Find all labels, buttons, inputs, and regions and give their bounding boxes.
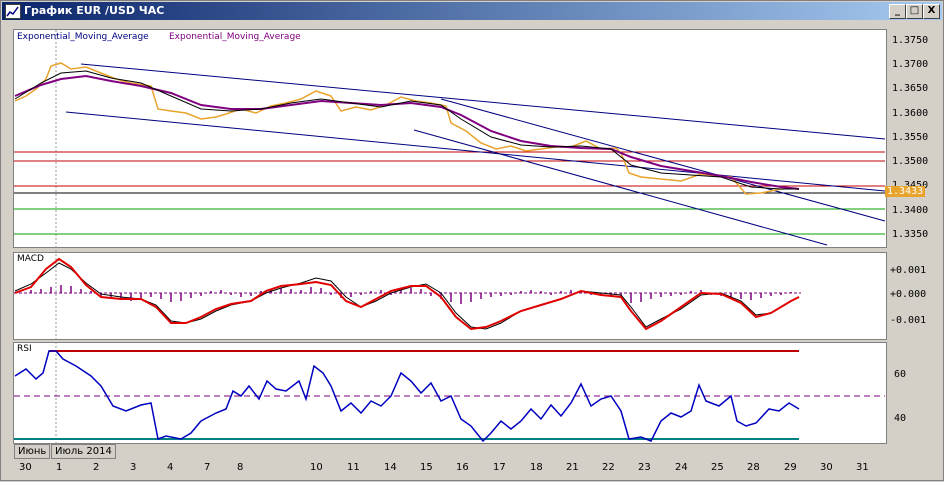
x-tick: 29 <box>784 462 797 473</box>
x-tick: 22 <box>602 462 615 473</box>
x-tick: 17 <box>493 462 506 473</box>
price-tick: 1.3700 <box>892 59 929 70</box>
x-tick: 30 <box>820 462 833 473</box>
x-tick: 28 <box>747 462 760 473</box>
rsi-tick: 60 <box>894 369 907 380</box>
x-tick: 14 <box>384 462 397 473</box>
chart-window: График EUR /USD ЧАС _ □ X Exponential_Mo… <box>0 0 944 481</box>
x-tick: 10 <box>310 462 323 473</box>
macd-tick: +0.001 <box>890 265 927 276</box>
rsi-tick: 40 <box>894 413 907 424</box>
price-tick: 1.3400 <box>892 205 929 216</box>
rsi-label: RSI <box>17 344 32 354</box>
x-tick: 8 <box>237 462 244 473</box>
month-label-june: Июнь <box>14 444 51 459</box>
x-tick: 11 <box>347 462 360 473</box>
x-tick: 31 <box>856 462 869 473</box>
chart-drawing <box>14 30 886 457</box>
x-tick: 30 <box>19 462 32 473</box>
price-tick: 1.3500 <box>892 156 929 167</box>
ema-label-1: Exponential_Moving_Average <box>17 32 149 42</box>
x-tick: 23 <box>638 462 651 473</box>
macd-tick: -0.001 <box>890 315 927 326</box>
trendline-mid[interactable] <box>440 98 886 222</box>
x-tick: 4 <box>167 462 174 473</box>
x-tick: 24 <box>675 462 688 473</box>
x-tick: 16 <box>456 462 469 473</box>
ema-label-2: Exponential_Moving_Average <box>169 32 301 42</box>
price-tick: 1.3600 <box>892 108 929 119</box>
price-tick: 1.3650 <box>892 83 929 94</box>
x-tick: 21 <box>566 462 579 473</box>
x-tick: 15 <box>420 462 433 473</box>
x-tick: 25 <box>711 462 724 473</box>
macd-signal-line <box>14 262 800 330</box>
x-tick: 18 <box>530 462 543 473</box>
x-tick: 3 <box>130 462 137 473</box>
ema-slow-line <box>14 74 800 190</box>
price-tick: 1.3350 <box>892 229 929 240</box>
price-tick: 1.3550 <box>892 132 929 143</box>
x-tick: 7 <box>204 462 211 473</box>
current-price-badge: 1.3433 <box>885 186 926 197</box>
macd-tick: +0.000 <box>890 289 927 300</box>
macd-label: MACD <box>17 254 44 264</box>
x-tick: 1 <box>56 462 63 473</box>
month-label-july: Июль 2014 <box>51 444 116 459</box>
price-tick: 1.3750 <box>892 35 929 46</box>
x-tick: 2 <box>93 462 100 473</box>
